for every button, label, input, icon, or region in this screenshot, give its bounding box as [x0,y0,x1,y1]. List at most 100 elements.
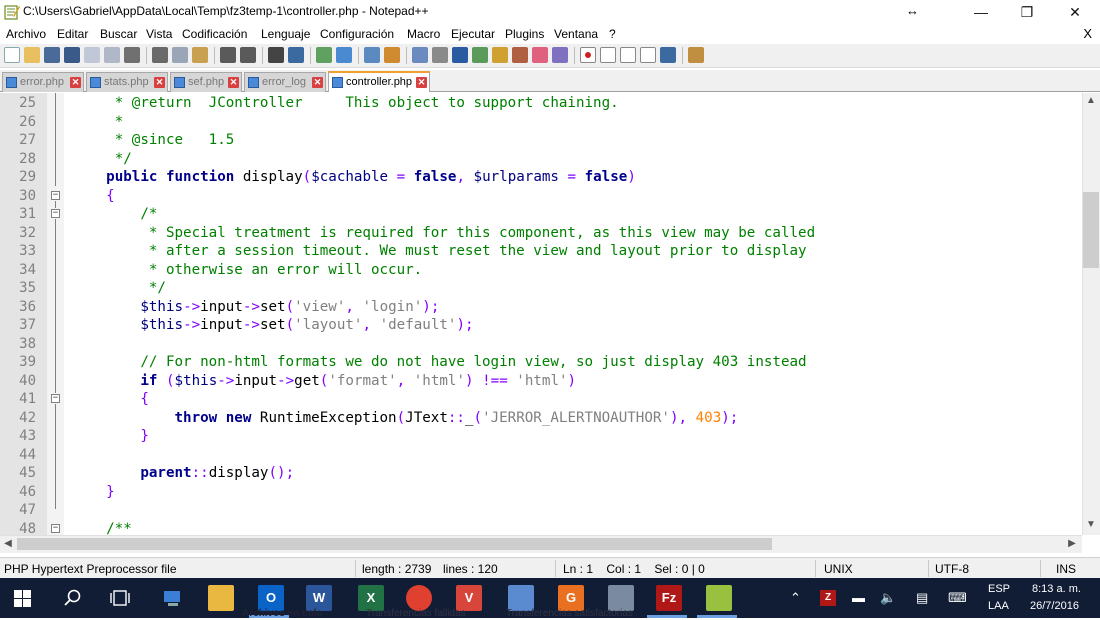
status-separator [928,560,929,577]
line-number: 32 [19,224,36,241]
new-file-icon[interactable] [4,47,20,63]
doc-map-icon[interactable] [492,47,508,63]
language-icon[interactable] [472,47,488,63]
notification-icon[interactable]: ▤ [916,590,928,606]
menu-codificacion[interactable]: Codificación [182,27,247,41]
menu-help[interactable]: ? [609,27,616,41]
close-tab-icon[interactable]: ✕ [154,77,165,88]
scroll-down-icon[interactable]: ▼ [1083,517,1099,533]
fold-collapse-icon[interactable]: − [51,524,60,533]
print-icon[interactable] [124,47,140,63]
fold-collapse-icon[interactable]: − [51,191,60,200]
code-line: /* [72,206,158,222]
line-number: 30 [19,187,36,204]
sync-vertical-icon[interactable] [364,47,380,63]
file-type-label: PHP Hypertext Preprocessor file [4,562,177,576]
keyboard-icon[interactable]: ⌨ [948,590,967,606]
folder-workspace-icon[interactable] [532,47,548,63]
close-tab-icon[interactable]: ✕ [312,77,323,88]
tab-error-php[interactable]: error.php ✕ [2,72,84,92]
vertical-scroll-thumb[interactable] [1083,192,1099,268]
minimize-button[interactable]: — [958,0,1004,24]
function-list-icon[interactable] [512,47,528,63]
search-icon[interactable] [64,589,82,607]
find-icon[interactable] [268,47,284,63]
menu-archivo[interactable]: Archivo [6,27,46,41]
eol-label[interactable]: UNIX [824,562,853,576]
close-tab-icon[interactable]: ✕ [70,77,81,88]
file-icon [174,77,185,88]
scroll-up-icon[interactable]: ▲ [1083,93,1099,109]
zoom-out-icon[interactable] [336,47,352,63]
battery-icon[interactable]: ▬ [852,590,865,605]
tab-controller-php[interactable]: controller.php ✕ [328,71,430,92]
menu-macro[interactable]: Macro [407,27,440,41]
close-button[interactable]: ✕ [1052,0,1098,24]
lang-top[interactable]: ESP [988,583,1010,595]
run-macro-multiple-icon[interactable] [640,47,656,63]
line-number: 25 [19,95,36,111]
filezilla-tray-icon[interactable]: Z [820,590,836,606]
record-macro-icon[interactable] [580,47,596,63]
menu-lenguaje[interactable]: Lenguaje [261,27,310,41]
resize-icon[interactable]: ↔ [906,3,919,18]
filezilla-icon[interactable]: Fz [656,585,682,611]
menu-ejecutar[interactable]: Ejecutar [451,27,495,41]
menu-editar[interactable]: Editar [57,27,88,41]
tab-error-log[interactable]: error_log ✕ [244,72,326,92]
code-area[interactable]: * @return JController This object to sup… [64,93,1082,535]
close-document-button[interactable]: X [1083,26,1092,41]
menu-vista[interactable]: Vista [146,27,172,41]
save-icon[interactable] [44,47,60,63]
task-view-icon[interactable] [110,590,130,606]
show-all-characters-icon[interactable] [432,47,448,63]
close-tab-icon[interactable]: ✕ [228,77,239,88]
indent-guide-icon[interactable] [452,47,468,63]
close-file-icon[interactable] [84,47,100,63]
monitoring-icon[interactable] [552,47,568,63]
show-hidden-icons-icon[interactable]: ⌃ [790,590,801,606]
close-tab-icon[interactable]: ✕ [416,77,427,88]
open-file-icon[interactable] [24,47,40,63]
undo-icon[interactable] [220,47,236,63]
tab-sef-php[interactable]: sef.php ✕ [170,72,242,92]
save-macro-icon[interactable] [660,47,676,63]
menu-plugins[interactable]: Plugins [505,27,544,41]
editor[interactable]: 25 26 27 28 29 30 31 32 33 34 35 36 37 3… [0,93,1100,535]
clock-time[interactable]: 8:13 a. m. [1032,583,1081,595]
maximize-button[interactable]: ❐ [1004,0,1050,24]
menu-buscar[interactable]: Buscar [100,27,137,41]
paste-icon[interactable] [192,47,208,63]
clock-date[interactable]: 26/7/2016 [1030,600,1079,612]
sync-horizontal-icon[interactable] [384,47,400,63]
lang-bottom[interactable]: LAA [988,600,1009,612]
line-number: 27 [19,132,36,148]
encoding-label[interactable]: UTF-8 [935,562,969,576]
replace-icon[interactable] [288,47,304,63]
fold-collapse-icon[interactable]: − [51,394,60,403]
menu-ventana[interactable]: Ventana [554,27,598,41]
windows-start-icon[interactable] [14,590,31,607]
horizontal-scroll-thumb[interactable] [17,538,772,550]
zoom-in-icon[interactable] [316,47,332,63]
notepadpp-taskbar-icon[interactable] [706,585,732,611]
volume-icon[interactable]: 🔈 [880,590,896,606]
insert-mode-label[interactable]: INS [1056,562,1076,576]
redo-icon[interactable] [240,47,256,63]
menu-configuracion[interactable]: Configuración [320,27,394,41]
file-explorer-icon[interactable] [208,585,234,611]
scroll-right-icon[interactable]: ▶ [1064,536,1080,552]
scroll-left-icon[interactable]: ◀ [0,536,16,552]
copy-icon[interactable] [172,47,188,63]
fold-collapse-icon[interactable]: − [51,209,60,218]
play-macro-icon[interactable] [620,47,636,63]
close-all-icon[interactable] [104,47,120,63]
stop-macro-icon[interactable] [600,47,616,63]
network-app-icon[interactable] [160,585,186,611]
vertical-scrollbar[interactable]: ▲ ▼ [1082,93,1100,535]
save-all-icon[interactable] [64,47,80,63]
word-wrap-icon[interactable] [412,47,428,63]
tab-stats-php[interactable]: stats.php ✕ [86,72,168,92]
plugin-icon[interactable] [688,47,704,63]
cut-icon[interactable] [152,47,168,63]
